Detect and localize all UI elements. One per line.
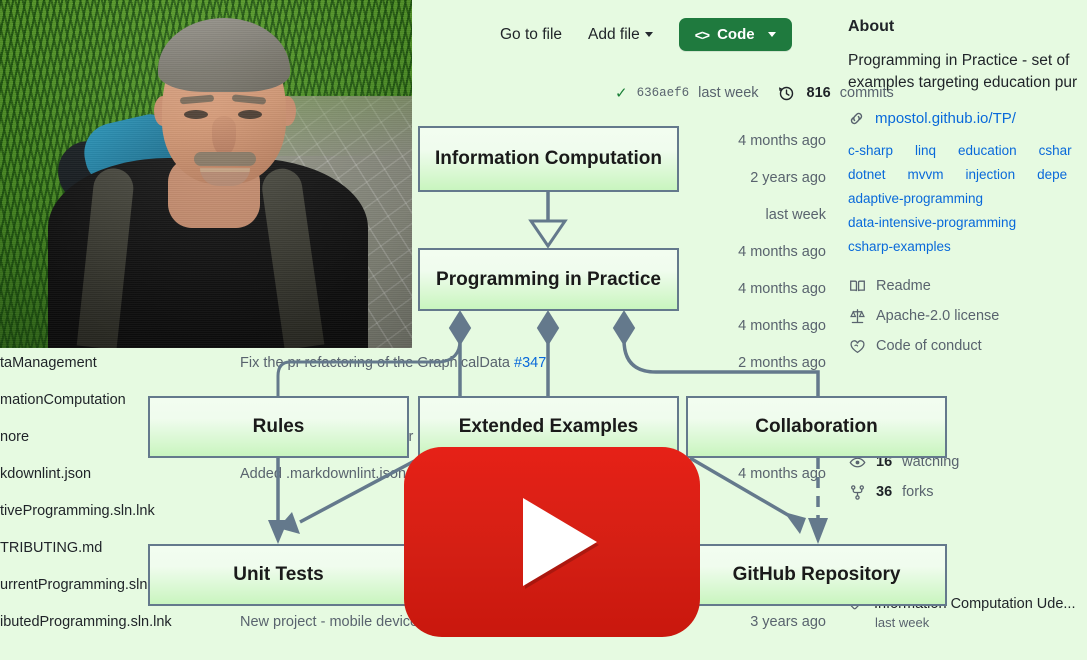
code-of-conduct-link[interactable]: Code of conduct: [848, 331, 1087, 361]
history-clock-icon: [778, 85, 794, 101]
commit-message-text: Fix the pr refactoring of the GraphicalD…: [240, 354, 510, 371]
repo-action-bar: Go to file Add file <> Code: [500, 18, 792, 51]
uml-box-rules[interactable]: Rules: [148, 396, 409, 458]
scales-license-icon: [848, 308, 866, 325]
fork-icon: [848, 484, 866, 501]
forks-count: 36: [876, 484, 893, 500]
commit-time: 3 years ago: [750, 613, 826, 630]
homepage-row[interactable]: mpostol.github.io/TP/: [848, 110, 1087, 127]
release-time: last week: [875, 615, 930, 630]
commit-time: 2 years ago: [750, 169, 826, 186]
code-of-conduct-heart-icon: [848, 338, 866, 355]
topic-row: c-sharp linq education cshar: [848, 143, 1087, 158]
commit-time: 4 months ago: [738, 317, 826, 334]
angle-brackets-icon: <>: [694, 26, 710, 43]
topic-tag[interactable]: c-sharp: [848, 143, 893, 158]
uml-box-collaboration[interactable]: Collaboration: [686, 396, 947, 458]
topic-row: csharp-examples: [848, 239, 1087, 254]
license-link[interactable]: Apache-2.0 license: [848, 301, 1087, 331]
topic-tag[interactable]: dotnet: [848, 167, 886, 182]
topic-tag[interactable]: linq: [915, 143, 936, 158]
commit-time: 4 months ago: [738, 132, 826, 149]
commit-time: 2 months ago: [738, 354, 826, 371]
topic-tag[interactable]: mvvm: [908, 167, 944, 182]
code-button[interactable]: <> Code: [678, 18, 792, 51]
topic-row: dotnet mvvm injection depe: [848, 167, 1087, 182]
about-description-line-1: Programming in Practice - set of: [848, 52, 1070, 69]
youtube-play-button[interactable]: [404, 447, 700, 637]
add-file-dropdown[interactable]: Add file: [588, 26, 653, 44]
uml-box-unit-tests[interactable]: Unit Tests: [148, 544, 409, 606]
presenter-photo: [0, 0, 412, 348]
code-of-conduct-label: Code of conduct: [876, 338, 982, 354]
chevron-down-icon: [644, 31, 653, 37]
uml-box-programming-in-practice[interactable]: Programming in Practice: [418, 248, 679, 311]
forks-row[interactable]: 36 forks: [848, 477, 1087, 507]
topic-tag[interactable]: injection: [966, 167, 1016, 182]
photo-grain: [0, 0, 412, 348]
add-file-label: Add file: [588, 25, 640, 43]
topic-tag[interactable]: csharp-examples: [848, 239, 951, 254]
readme-label: Readme: [876, 278, 931, 294]
commit-sha[interactable]: 636aef6: [637, 86, 690, 100]
commit-time: 4 months ago: [738, 280, 826, 297]
uml-box-github-repository[interactable]: GitHub Repository: [686, 544, 947, 606]
issue-link[interactable]: #347: [514, 355, 546, 371]
table-row[interactable]: taManagement Fix the pr refactoring of th…: [0, 344, 840, 381]
commit-time: 4 months ago: [738, 465, 826, 482]
license-label: Apache-2.0 license: [876, 308, 1000, 324]
commit-time: 4 months ago: [738, 243, 826, 260]
go-to-file-button[interactable]: Go to file: [500, 26, 562, 44]
commit-count: 816: [806, 85, 831, 101]
file-name[interactable]: ibutedProgramming.sln.lnk: [0, 614, 232, 630]
topic-row: adaptive-programming: [848, 191, 1087, 206]
screenshot-root: Go to file Add file <> Code ✓ 636aef6 la…: [0, 0, 1087, 660]
topic-tag[interactable]: adaptive-programming: [848, 191, 983, 206]
commit-relative-time: last week: [698, 85, 759, 101]
uml-box-information-computation[interactable]: Information Computation: [418, 126, 679, 192]
check-icon: ✓: [615, 85, 628, 102]
about-heading: About: [848, 18, 895, 35]
file-name[interactable]: kdownlint.json: [0, 466, 232, 482]
about-meta-list: Readme Apache-2.0 license Code of conduc…: [848, 271, 1087, 361]
homepage-link[interactable]: mpostol.github.io/TP/: [875, 110, 1016, 127]
file-name[interactable]: taManagement: [0, 355, 232, 371]
book-icon: [848, 278, 866, 295]
topic-tag[interactable]: cshar: [1039, 143, 1072, 158]
play-triangle-icon: [523, 498, 597, 586]
readme-link[interactable]: Readme: [848, 271, 1087, 301]
about-description-line-2: examples targeting education pur: [848, 74, 1078, 91]
topic-tag[interactable]: education: [958, 143, 1017, 158]
topics-list: c-sharp linq education cshar dotnet mvvm…: [848, 143, 1087, 254]
commit-message[interactable]: Fix the pr refactoring of the GraphicalD…: [232, 355, 698, 371]
code-button-label: Code: [717, 26, 755, 43]
link-chain-icon: [848, 110, 865, 127]
commit-time: last week: [765, 206, 826, 223]
forks-label: forks: [902, 484, 934, 500]
chevron-down-icon: [767, 32, 776, 37]
topic-tag[interactable]: data-intensive-programming: [848, 215, 1016, 230]
topic-tag[interactable]: depe: [1037, 167, 1067, 182]
topic-row: data-intensive-programming: [848, 215, 1087, 230]
file-name[interactable]: tiveProgramming.sln.lnk: [0, 503, 232, 519]
